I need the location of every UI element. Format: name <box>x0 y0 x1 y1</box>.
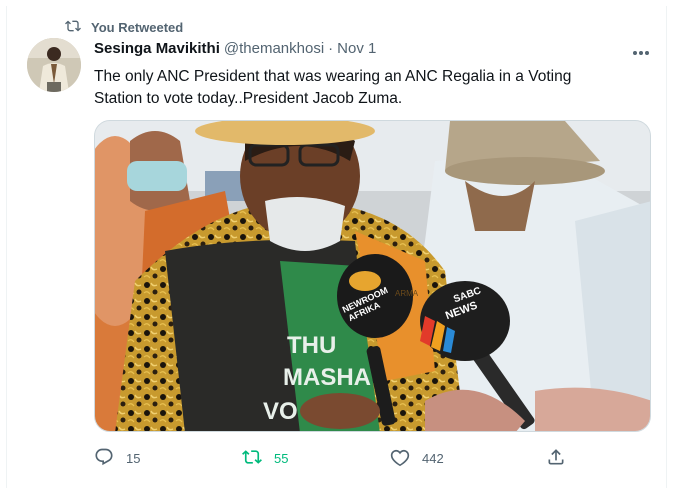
bib-text: MASHA <box>283 364 371 391</box>
tweet-header: Sesinga Mavikithi @themankhosi · Nov 1 <box>94 40 376 57</box>
bib-text: THU <box>287 332 336 359</box>
retweet-context-label: You Retweeted <box>91 20 184 35</box>
retweet-context: You Retweeted <box>65 18 183 37</box>
user-handle[interactable]: @themankhosi <box>224 40 324 57</box>
share-icon <box>546 447 566 470</box>
more-button[interactable] <box>629 42 653 62</box>
bib-text: VO <box>263 398 298 425</box>
tweet-text-line: The only ANC President that was wearing … <box>94 68 572 85</box>
like-count: 442 <box>422 450 444 466</box>
tweet-photo[interactable]: THU MASHA VO NEWROOM AFRIKA SABC NEWS AR… <box>94 120 651 432</box>
separator-dot: · <box>328 40 334 57</box>
tweet[interactable]: You Retweeted Sesinga Mavikithi @themank… <box>6 6 667 488</box>
share-button[interactable] <box>546 446 566 470</box>
heart-icon <box>390 447 410 470</box>
tweet-actions: 15 55 442 <box>94 446 574 470</box>
tweet-text: The only ANC President that was wearing … <box>94 66 634 110</box>
tweet-text-line: Station to vote today..President Jacob Z… <box>94 90 403 107</box>
reply-count: 15 <box>126 450 141 466</box>
retweet-icon <box>242 447 262 470</box>
display-name[interactable]: Sesinga Mavikithi <box>94 40 220 57</box>
reply-button[interactable]: 15 <box>94 446 140 470</box>
retweet-count: 55 <box>274 450 289 466</box>
retweet-button[interactable]: 55 <box>242 446 288 470</box>
avatar[interactable] <box>27 38 81 92</box>
reply-icon <box>94 447 114 470</box>
retweet-icon <box>65 18 81 37</box>
like-button[interactable]: 442 <box>390 446 444 470</box>
background-text: ARMA <box>395 289 419 298</box>
tweet-date[interactable]: Nov 1 <box>337 40 376 57</box>
more-horizontal-icon <box>632 43 650 61</box>
